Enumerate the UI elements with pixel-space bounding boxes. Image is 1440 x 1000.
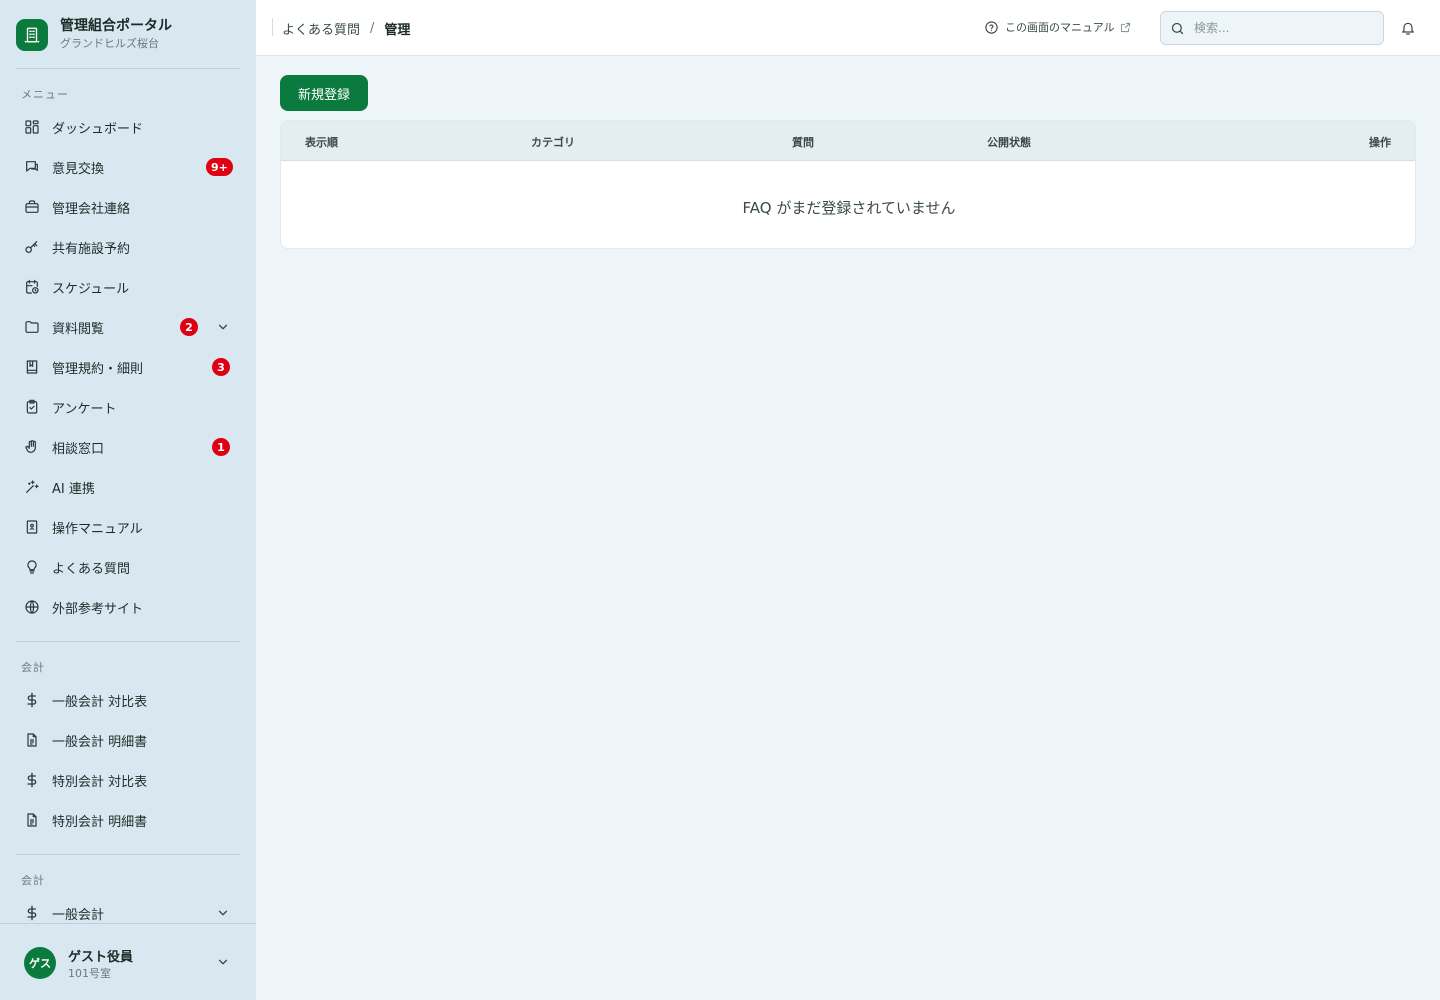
document-icon — [24, 732, 40, 748]
user-room: 101号室 — [68, 967, 111, 980]
notification-badge: 1 — [212, 438, 230, 456]
help-circle-icon — [985, 20, 998, 34]
column-header-order[interactable]: 表示順 — [305, 134, 338, 150]
sidebar-item-label: 外部参考サイト — [52, 601, 144, 617]
dollar-icon — [24, 772, 40, 788]
sidebar-item-label: アンケート — [52, 401, 117, 417]
manual-link-label: この画面のマニュアル — [1005, 21, 1115, 34]
bell-icon[interactable] — [1400, 20, 1416, 36]
table-header: 表示順 カテゴリ 質問 公開状態 操作 — [281, 121, 1415, 161]
sparkle-icon — [24, 479, 40, 495]
breadcrumb: よくある質問 / 管理 — [282, 19, 410, 38]
sidebar-item-label: 管理規約・細則 — [52, 361, 144, 377]
sidebar-item-label: 資料閲覧 — [52, 321, 105, 337]
section-label-accounting: 会計 — [21, 661, 45, 674]
dashboard-icon — [24, 119, 40, 135]
brand-title: 管理組合ポータル — [60, 18, 172, 34]
section-label-accounting-2: 会計 — [21, 874, 45, 887]
dollar-icon — [24, 692, 40, 708]
sidebar-item-label: ダッシュボード — [52, 121, 144, 137]
avatar: ゲス — [24, 947, 56, 979]
page-manual-link[interactable]: この画面のマニュアル — [984, 19, 1131, 35]
sidebar-item-label: AI 連携 — [52, 481, 95, 497]
sidebar-item-faq[interactable]: よくある質問 — [16, 549, 240, 585]
search-input[interactable] — [1194, 21, 1374, 35]
sidebar-item-discussion[interactable]: 意見交換 9+ — [16, 149, 240, 185]
manual-icon — [24, 519, 40, 535]
key-icon — [24, 239, 40, 255]
header-divider — [272, 18, 273, 36]
book-icon — [24, 359, 40, 375]
divider — [16, 641, 240, 642]
sidebar-item-label: 意見交換 — [52, 161, 105, 177]
breadcrumb-current: 管理 — [384, 23, 411, 38]
section-label-menu: メニュー — [21, 88, 69, 101]
folder-icon — [24, 319, 40, 335]
dollar-icon — [24, 905, 40, 921]
chevron-down-icon[interactable] — [216, 955, 230, 969]
sidebar-item-external-sites[interactable]: 外部参考サイト — [16, 589, 240, 625]
sidebar-item-label: 特別会計 明細書 — [52, 814, 148, 830]
sidebar: 管理組合ポータル グランドヒルズ桜台 メニュー ダッシュボード 意見交換 9+ … — [0, 0, 256, 1000]
external-link-icon — [1120, 22, 1130, 32]
notification-badge: 3 — [212, 358, 230, 376]
column-header-status[interactable]: 公開状態 — [987, 134, 1031, 150]
user-menu[interactable]: ゲス ゲスト役員 101号室 — [0, 923, 256, 1000]
empty-state-message: FAQ がまだ登録されていません — [742, 199, 956, 217]
sidebar-item-label: 管理会社連絡 — [52, 201, 131, 217]
sidebar-item-general-statement[interactable]: 一般会計 明細書 — [16, 722, 240, 758]
column-header-actions: 操作 — [1369, 136, 1391, 149]
breadcrumb-faq[interactable]: よくある質問 — [282, 19, 360, 38]
sidebar-item-label: 相談窓口 — [52, 441, 105, 457]
sidebar-item-survey[interactable]: アンケート — [16, 389, 240, 425]
sidebar-item-label: 一般会計 明細書 — [52, 734, 148, 750]
chevron-down-icon[interactable] — [216, 320, 230, 334]
sidebar-item-label: 共有施設予約 — [52, 241, 131, 257]
building-icon — [16, 18, 48, 51]
notification-badge: 9+ — [206, 158, 233, 176]
search-box[interactable] — [1160, 11, 1384, 45]
faq-table: 表示順 カテゴリ 質問 公開状態 操作 FAQ がまだ登録されていません — [280, 120, 1416, 249]
sidebar-item-consultation[interactable]: 相談窓口 1 — [16, 429, 240, 465]
user-name: ゲスト役員 — [68, 950, 134, 965]
document-icon — [24, 812, 40, 828]
sidebar-item-schedule[interactable]: スケジュール — [16, 269, 240, 305]
chat-icon — [24, 159, 40, 175]
sidebar-item-management-contact[interactable]: 管理会社連絡 — [16, 189, 240, 225]
globe-icon — [24, 599, 40, 615]
sidebar-item-label: 一般会計 — [52, 907, 105, 923]
sidebar-item-label: 一般会計 対比表 — [52, 694, 148, 710]
top-header: よくある質問 / 管理 この画面のマニュアル — [256, 0, 1440, 56]
calendar-clock-icon — [24, 279, 40, 295]
sidebar-item-documents[interactable]: 資料閲覧 2 — [16, 309, 240, 345]
divider — [16, 854, 240, 855]
column-header-question[interactable]: 質問 — [792, 134, 814, 150]
chevron-down-icon[interactable] — [216, 906, 230, 920]
hand-icon — [24, 439, 40, 455]
clipboard-icon — [24, 399, 40, 415]
sidebar-item-manual[interactable]: 操作マニュアル — [16, 509, 240, 545]
briefcase-icon — [24, 199, 40, 215]
sidebar-item-dashboard[interactable]: ダッシュボード — [16, 109, 240, 145]
sidebar-item-label: よくある質問 — [52, 561, 131, 577]
new-faq-button[interactable]: 新規登録 — [280, 75, 368, 111]
sidebar-item-special-statement[interactable]: 特別会計 明細書 — [16, 802, 240, 838]
sidebar-item-bylaws[interactable]: 管理規約・細則 3 — [16, 349, 240, 385]
notification-badge: 2 — [180, 318, 198, 336]
search-icon — [1171, 22, 1184, 34]
breadcrumb-separator: / — [370, 21, 375, 36]
sidebar-item-label: 操作マニュアル — [52, 521, 143, 537]
brand-subtitle: グランドヒルズ桜台 — [60, 37, 159, 50]
column-header-category[interactable]: カテゴリ — [531, 134, 575, 150]
brand[interactable]: 管理組合ポータル グランドヒルズ桜台 — [16, 18, 172, 51]
sidebar-item-general-comparison[interactable]: 一般会計 対比表 — [16, 682, 240, 718]
lightbulb-icon — [24, 559, 40, 575]
sidebar-item-facility-booking[interactable]: 共有施設予約 — [16, 229, 240, 265]
sidebar-item-ai[interactable]: AI 連携 — [16, 469, 240, 505]
sidebar-item-label: スケジュール — [52, 281, 130, 297]
sidebar-item-special-comparison[interactable]: 特別会計 対比表 — [16, 762, 240, 798]
divider — [16, 68, 240, 69]
sidebar-item-label: 特別会計 対比表 — [52, 774, 148, 790]
